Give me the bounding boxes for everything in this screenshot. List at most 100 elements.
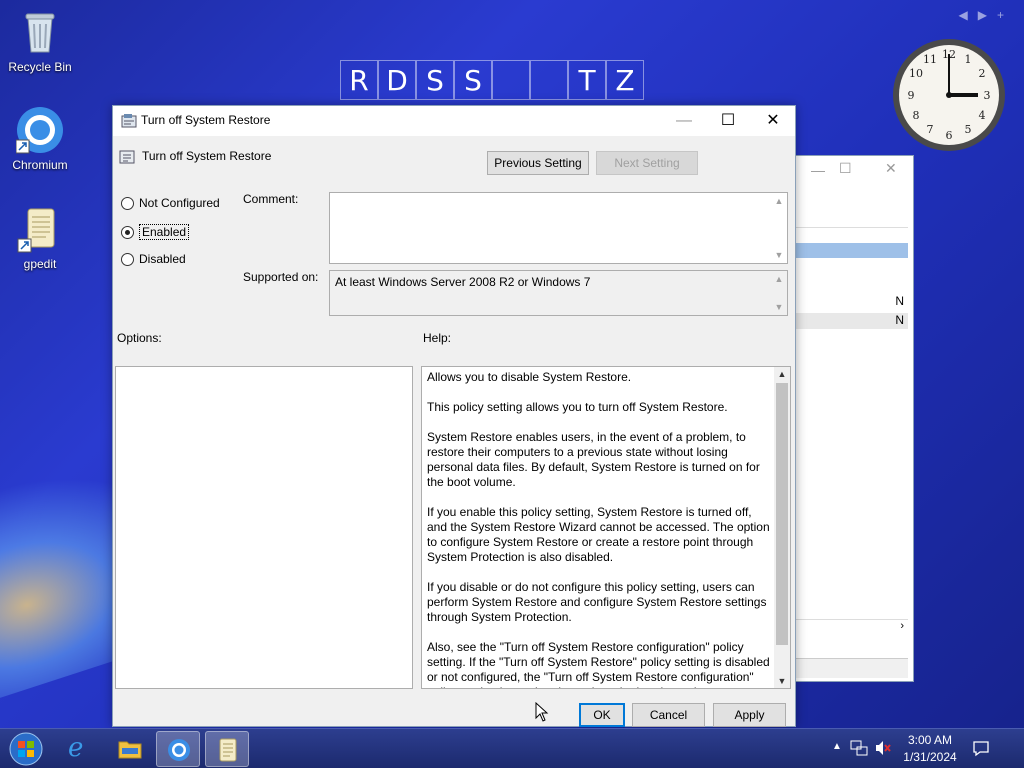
svg-text:2: 2 <box>979 67 986 80</box>
gadget-add-icon[interactable]: + <box>997 8 1014 22</box>
svg-text:7: 7 <box>927 123 934 136</box>
help-pane[interactable]: Allows you to disable System Restore. Th… <box>421 366 791 689</box>
supported-on-field[interactable]: At least Windows Server 2008 R2 or Windo… <box>329 270 788 316</box>
desktop-icon-label: Chromium <box>12 158 68 172</box>
clock-time[interactable]: 3:00 AM <box>905 733 955 747</box>
help-paragraph: This policy setting allows you to turn o… <box>427 400 728 414</box>
svg-text:8: 8 <box>913 109 920 122</box>
desktop-icon-label: gpedit <box>23 257 57 271</box>
scroll-document-icon <box>16 205 64 253</box>
svg-text:6: 6 <box>946 129 953 142</box>
scroll-up-icon[interactable]: ▲ <box>774 369 790 379</box>
scroll-up-icon[interactable]: ▲ <box>771 274 787 284</box>
close-button[interactable]: ✕ <box>750 106 796 136</box>
svg-text:5: 5 <box>965 123 972 136</box>
network-icon[interactable] <box>850 739 868 760</box>
help-scrollbar[interactable]: ▲ ▼ <box>774 367 790 688</box>
gadget-prev-icon[interactable]: ◀ <box>959 8 978 22</box>
selected-row[interactable] <box>796 243 908 258</box>
minimize-button[interactable]: — <box>661 106 707 136</box>
setting-icon <box>119 149 135 168</box>
banner-cell: T <box>568 60 606 100</box>
supported-scrollbar[interactable]: ▲ ▼ <box>771 271 787 315</box>
options-pane[interactable] <box>115 366 413 689</box>
internet-explorer-icon: e <box>68 733 84 763</box>
comment-scrollbar[interactable]: ▲ ▼ <box>771 193 787 263</box>
svg-text:4: 4 <box>979 109 986 122</box>
help-paragraph: System Restore enables users, in the eve… <box>427 430 760 489</box>
help-paragraph: If you enable this policy setting, Syste… <box>427 505 770 564</box>
horizontal-scrollbar[interactable]: › <box>796 619 908 635</box>
radio-label: Disabled <box>139 252 186 266</box>
scroll-down-icon[interactable]: ▼ <box>771 302 787 312</box>
options-label: Options: <box>117 331 162 345</box>
gadget-nav: ◀▶+ <box>959 8 1014 22</box>
list-item-value: N <box>895 294 904 308</box>
maximize-button[interactable]: ☐ <box>705 106 751 136</box>
volume-muted-icon[interactable] <box>874 739 892 760</box>
maximize-icon: ☐ <box>720 112 736 129</box>
list-item-value: N <box>895 313 904 327</box>
comment-textarea[interactable]: ▲ ▼ <box>329 192 788 264</box>
policy-setting-dialog[interactable]: Turn off System Restore — ☐ ✕ Turn off S… <box>112 105 796 727</box>
radio-circle[interactable] <box>121 225 134 239</box>
minimize-icon[interactable]: — <box>811 162 825 178</box>
help-paragraph: Also, see the "Turn off System Restore c… <box>427 640 770 688</box>
clock-date[interactable]: 1/31/2024 <box>901 750 959 764</box>
apply-button[interactable]: Apply <box>713 703 786 727</box>
radio-enabled[interactable]: Enabled <box>121 224 190 240</box>
next-setting-button[interactable]: Next Setting <box>596 151 698 175</box>
list-item[interactable]: N <box>796 294 908 310</box>
radio-circle[interactable] <box>121 196 134 210</box>
dialog-titlebar[interactable]: Turn off System Restore — ☐ ✕ <box>113 106 795 136</box>
taskbar: e ▲ 3:00 AM 1/31/2024 <box>0 728 1024 768</box>
scroll-down-icon[interactable]: ▼ <box>771 250 787 260</box>
wallpaper-banner: R D S S T Z <box>340 60 644 100</box>
radio-disabled[interactable]: Disabled <box>121 252 186 266</box>
recycle-bin-icon <box>16 8 64 56</box>
radio-label: Not Configured <box>139 196 220 210</box>
radio-not-configured[interactable]: Not Configured <box>121 196 220 210</box>
chromium-icon <box>167 738 191 765</box>
dialog-title: Turn off System Restore <box>141 113 271 127</box>
desktop-icon-chromium[interactable]: Chromium <box>2 106 78 172</box>
background-window-titlebar[interactable]: — ☐ ✕ <box>791 156 913 186</box>
maximize-icon[interactable]: ☐ <box>839 160 852 177</box>
show-hidden-icons-icon[interactable]: ▲ <box>832 741 842 752</box>
start-button[interactable] <box>6 731 46 767</box>
svg-text:11: 11 <box>923 53 937 66</box>
desktop-icon-recycle-bin[interactable]: Recycle Bin <box>2 8 78 74</box>
help-label: Help: <box>423 331 452 345</box>
help-text: Allows you to disable System Restore. Th… <box>427 370 770 688</box>
action-center-icon[interactable] <box>972 739 990 760</box>
radio-circle[interactable] <box>121 252 134 266</box>
ok-button[interactable]: OK <box>579 703 625 727</box>
taskbar-explorer[interactable] <box>108 731 152 767</box>
chromium-icon <box>15 106 64 154</box>
chevron-right-icon[interactable]: › <box>900 620 904 632</box>
previous-setting-button[interactable]: Previous Setting <box>487 151 589 175</box>
scrollbar-thumb[interactable] <box>776 383 788 645</box>
setting-name: Turn off System Restore <box>142 149 272 163</box>
background-window[interactable]: — ☐ ✕ N N › <box>790 155 914 682</box>
svg-text:3: 3 <box>984 89 991 102</box>
list-item[interactable]: N <box>796 313 908 329</box>
cancel-button[interactable]: Cancel <box>632 703 705 727</box>
scroll-up-icon[interactable]: ▲ <box>771 196 787 206</box>
desktop-icon-gpedit[interactable]: gpedit <box>2 205 78 271</box>
taskbar-gpedit[interactable] <box>205 731 249 767</box>
supported-on-label: Supported on: <box>243 270 319 284</box>
banner-cell: Z <box>606 60 644 100</box>
banner-cell <box>530 60 568 100</box>
policy-icon <box>121 113 137 132</box>
close-icon: ✕ <box>766 112 780 129</box>
taskbar-ie[interactable]: e <box>58 731 102 767</box>
taskbar-chromium[interactable] <box>156 731 200 767</box>
clock-gadget[interactable]: 1212 345 678 91011 <box>890 36 1008 154</box>
radio-label: Enabled <box>139 224 190 240</box>
close-icon[interactable]: ✕ <box>885 160 897 177</box>
gadget-next-icon[interactable]: ▶ <box>978 8 997 22</box>
help-paragraph: Allows you to disable System Restore. <box>427 370 632 384</box>
scroll-down-icon[interactable]: ▼ <box>774 676 790 686</box>
minimize-icon: — <box>676 112 692 129</box>
